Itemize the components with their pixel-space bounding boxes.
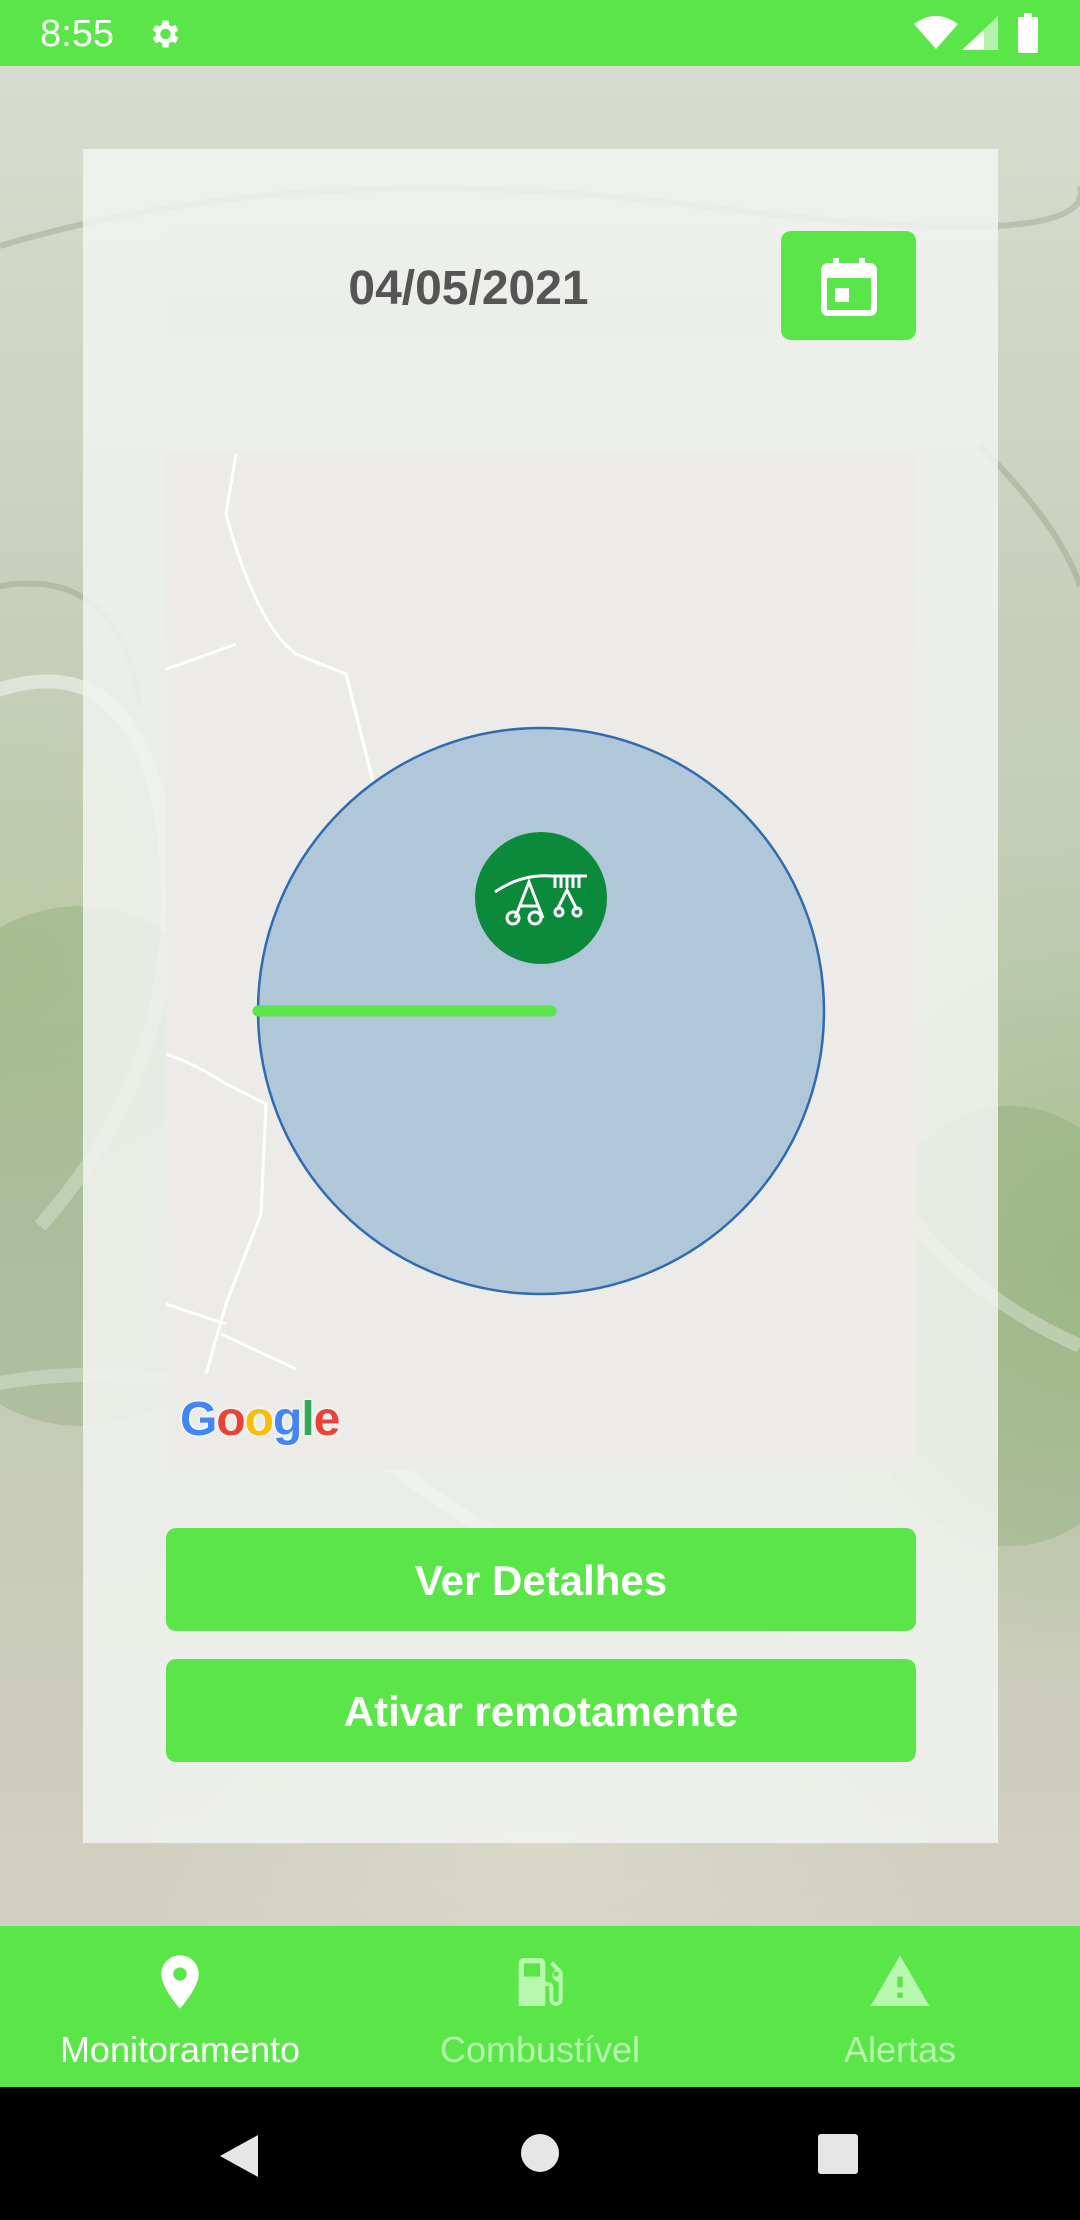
monitor-card: 04/05/2021 Google Ver Detalhes Ativar re… xyxy=(83,149,998,1843)
back-icon[interactable] xyxy=(218,2133,260,2179)
nav-item-alertas[interactable]: Alertas xyxy=(720,1926,1080,2087)
calendar-icon xyxy=(821,258,877,316)
fuel-pump-icon xyxy=(518,1958,563,2006)
date-display: 04/05/2021 xyxy=(166,231,771,341)
warning-icon xyxy=(870,1955,930,2006)
wifi-icon xyxy=(914,16,958,49)
home-icon[interactable] xyxy=(520,2133,560,2173)
battery-icon xyxy=(1018,13,1038,53)
status-bar: 8:55 xyxy=(0,0,1080,66)
center-pivot-irrigation-icon xyxy=(494,874,587,926)
map-view[interactable]: Google xyxy=(166,454,916,1470)
nav-item-combustivel[interactable]: Combustível xyxy=(360,1926,720,2087)
nav-label-alertas: Alertas xyxy=(843,2029,957,2070)
calendar-button[interactable] xyxy=(781,231,916,340)
gear-icon xyxy=(152,20,179,48)
view-details-button[interactable]: Ver Detalhes xyxy=(166,1528,916,1631)
pivot-marker[interactable] xyxy=(475,832,607,964)
bottom-navigation: Monitoramento Combustível Alertas xyxy=(0,1926,1080,2087)
selected-date: 04/05/2021 xyxy=(348,262,589,315)
map-pin-icon xyxy=(161,1955,199,2009)
system-navigation-bar xyxy=(0,2087,1080,2220)
nav-item-monitoramento[interactable]: Monitoramento xyxy=(0,1926,360,2087)
nav-label-combustivel: Combustível xyxy=(439,2029,641,2070)
status-time: 8:55 xyxy=(40,13,114,55)
nav-label-monitoramento: Monitoramento xyxy=(59,2029,301,2070)
cell-signal-icon xyxy=(962,16,998,50)
recents-icon[interactable] xyxy=(818,2134,858,2174)
google-attribution: Google xyxy=(180,1393,340,1446)
activate-remote-button[interactable]: Ativar remotamente xyxy=(166,1659,916,1762)
